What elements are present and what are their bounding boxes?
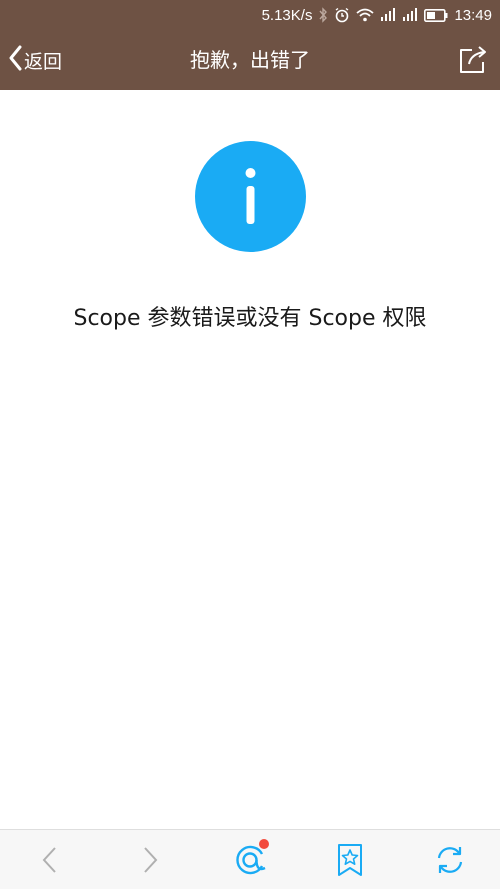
bottom-toolbar: [0, 829, 500, 889]
alarm-icon: [334, 7, 350, 23]
forward-arrow-button[interactable]: [125, 830, 175, 889]
status-icons: 5.13K/s 13:49: [262, 0, 492, 30]
back-button[interactable]: 返回: [8, 42, 62, 78]
back-arrow-button[interactable]: [25, 830, 75, 889]
signal-icon: [380, 8, 396, 22]
share-icon: [460, 46, 486, 73]
share-button[interactable]: [456, 44, 490, 76]
refresh-button[interactable]: [425, 830, 475, 889]
page-title: 抱歉，出错了: [190, 48, 310, 72]
clock: 13:49: [454, 6, 492, 24]
navigation-bar: 返回 抱歉，出错了: [0, 30, 500, 90]
refresh-icon: [437, 847, 463, 873]
wifi-icon: [356, 8, 375, 22]
forward-arrow-icon: [144, 847, 158, 873]
top-bar: 5.13K/s 13:49 返回 抱歉，出错了: [0, 0, 500, 90]
chevron-left-icon: [8, 45, 22, 75]
battery-icon: [424, 8, 448, 22]
network-speed: 5.13K/s: [261, 6, 313, 24]
bookmark-star-icon: [338, 844, 362, 876]
bookmark-button[interactable]: [325, 830, 375, 889]
home-button[interactable]: [225, 830, 275, 889]
info-icon: [195, 141, 306, 252]
notification-badge: [259, 839, 269, 849]
back-arrow-icon: [42, 847, 56, 873]
back-label: 返回: [24, 50, 63, 73]
bluetooth-icon: [318, 7, 328, 23]
error-message: Scope 参数错误或没有 Scope 权限: [73, 306, 427, 331]
status-bar: 5.13K/s 13:49: [0, 0, 500, 30]
signal-icon: [402, 8, 418, 22]
